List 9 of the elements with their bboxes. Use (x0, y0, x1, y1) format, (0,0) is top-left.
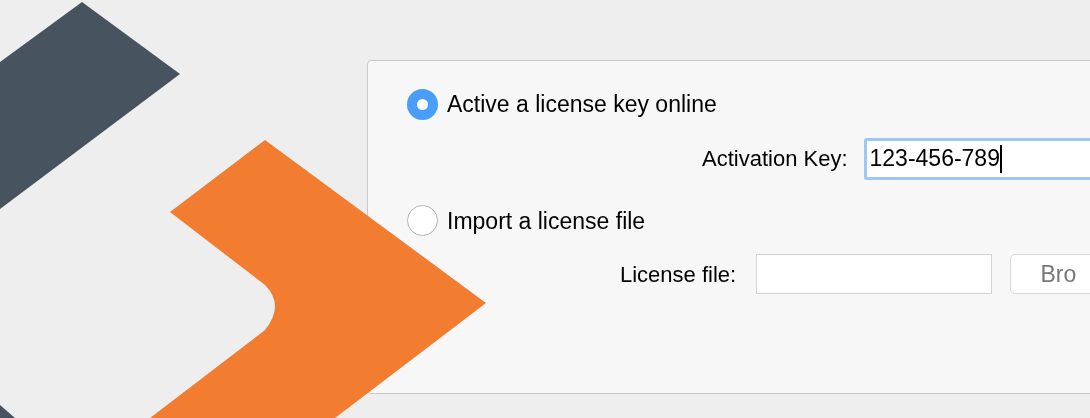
radio-label: Import a license file (447, 206, 646, 236)
field-label: Activation Key: (702, 145, 848, 173)
field-label: License file: (620, 260, 737, 289)
radio-button[interactable] (407, 205, 438, 237)
browse-button[interactable]: Bro (1010, 254, 1090, 294)
radio-button[interactable] (407, 88, 438, 120)
radio-label: Active a license key online (447, 90, 717, 119)
text-field[interactable]: 123-456-789 (863, 137, 1090, 180)
text-field[interactable] (756, 254, 993, 294)
